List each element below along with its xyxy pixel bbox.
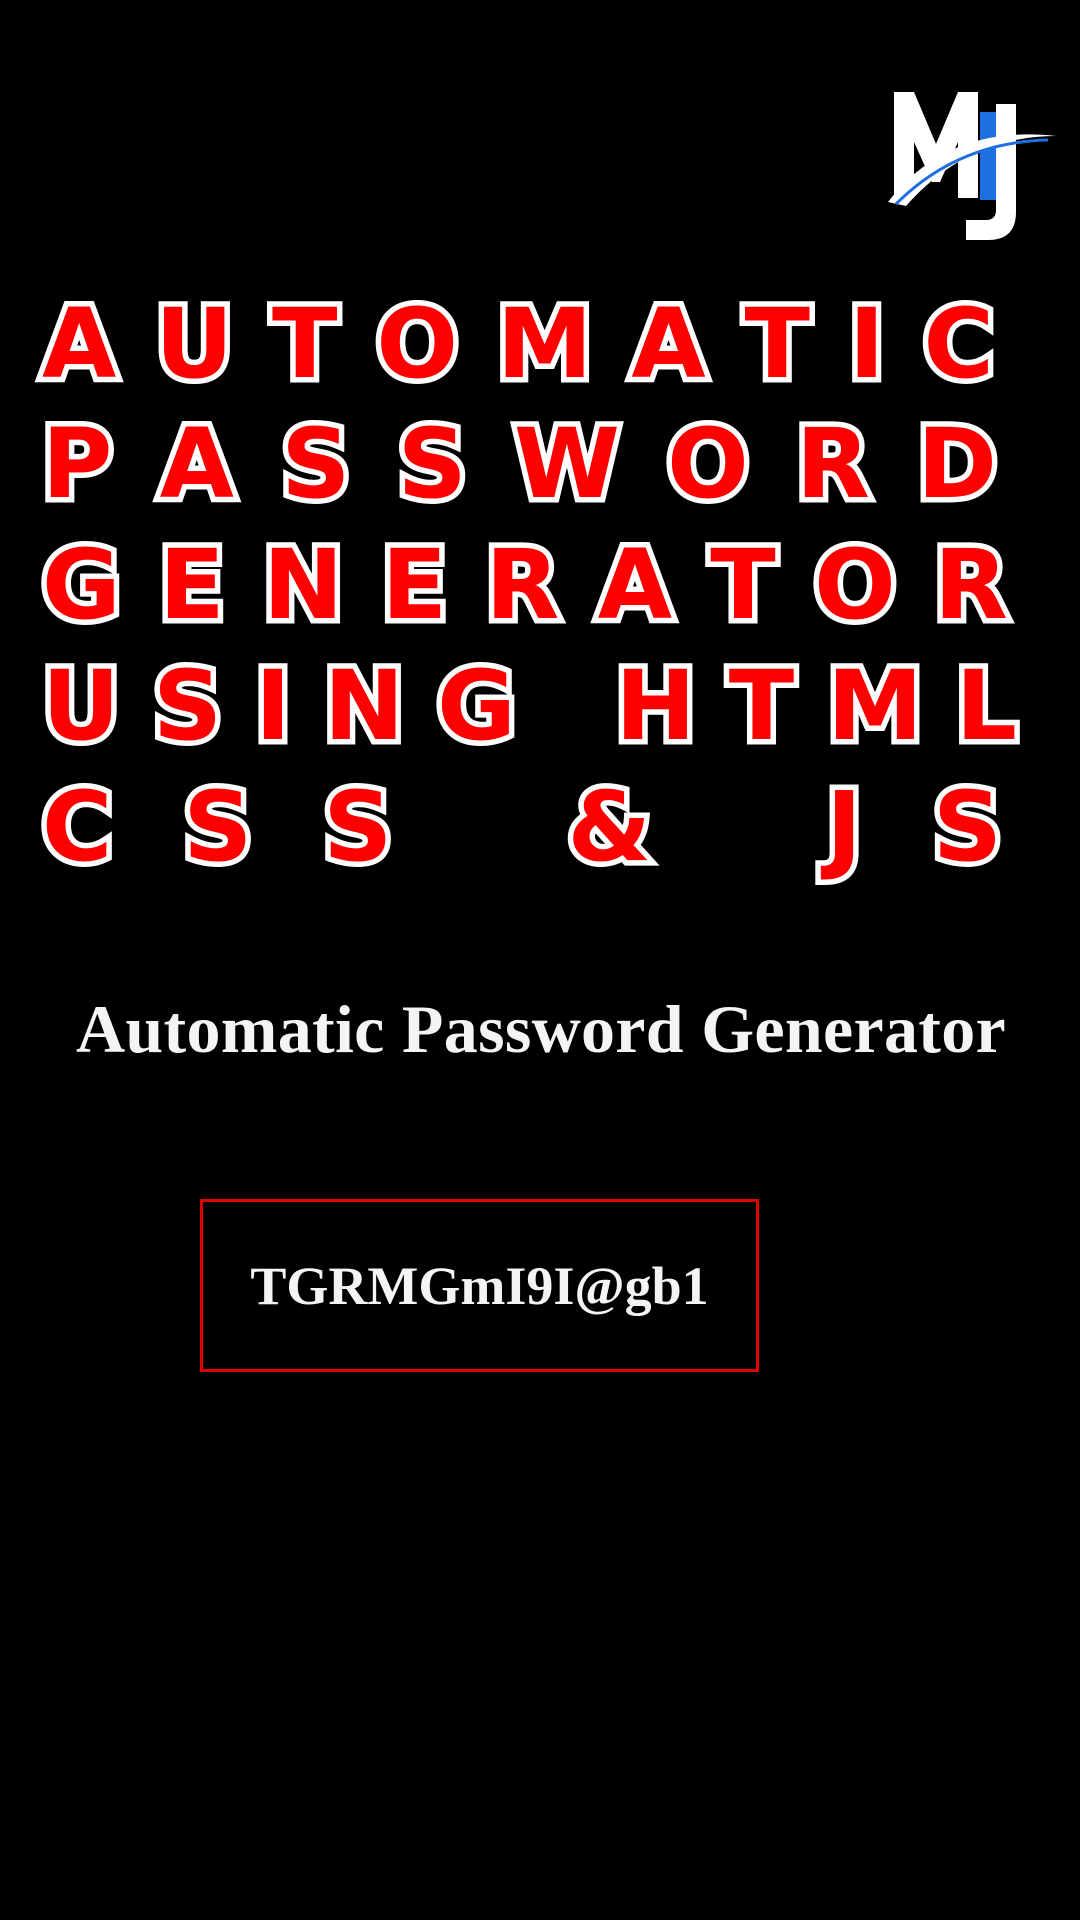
title-letter: T: [266, 288, 343, 400]
mj-logo-icon: [888, 92, 1056, 240]
title-letter: R: [480, 529, 565, 641]
title-letter: C: [918, 288, 1000, 400]
title-letter: N: [318, 650, 409, 762]
title-letter: O: [371, 288, 464, 400]
title-letter: L: [950, 650, 1022, 762]
title-letter: E: [154, 529, 231, 641]
title-letter: N: [257, 529, 348, 641]
title-letter: M: [822, 650, 928, 762]
title-letter: T: [723, 650, 800, 762]
title-letter: S: [276, 408, 356, 520]
title-letter: M: [491, 288, 597, 400]
title-letter: R: [791, 408, 876, 520]
title-letter: J: [821, 771, 868, 883]
page-title: Automatic Password Generator: [76, 991, 1006, 1067]
title-letter: D: [912, 408, 1003, 520]
title-letter: H: [610, 650, 701, 762]
title-letter: U: [150, 288, 239, 400]
title-letter: A: [592, 529, 677, 641]
thumbnail-title-line-4: USING HTML: [37, 650, 1023, 762]
password-display-box[interactable]: TGRMGmI9I@gb1: [200, 1199, 759, 1372]
title-letter: T: [705, 529, 782, 641]
title-letter: U: [37, 650, 126, 762]
title-letter: C: [36, 771, 118, 883]
title-letter: I: [250, 650, 297, 762]
title-letter: A: [154, 408, 239, 520]
title-letter: S: [178, 771, 258, 883]
title-letter: [722, 779, 755, 875]
thumbnail-title-line-2: PASSWORD: [36, 408, 1003, 520]
thumbnail-title-line-1: AUTOMATIC: [36, 288, 1000, 400]
title-letter: S: [318, 771, 398, 883]
title-letter: &: [562, 771, 657, 883]
title-letter: G: [37, 529, 127, 641]
title-letter: O: [809, 529, 902, 641]
title-letter: W: [509, 408, 626, 520]
thumbnail-title-line-3: GENERATOR: [37, 529, 1014, 641]
title-letter: T: [739, 288, 816, 400]
title-letter: S: [392, 408, 472, 520]
title-letter: E: [376, 529, 453, 641]
title-letter: O: [662, 408, 755, 520]
thumbnail-title-line-5: CSS & JS: [36, 771, 1007, 883]
title-letter: [463, 779, 496, 875]
title-letter: A: [626, 288, 711, 400]
title-letter: A: [36, 288, 121, 400]
mj-logo: [888, 84, 1058, 248]
title-letter: R: [928, 529, 1013, 641]
title-letter: S: [147, 650, 227, 762]
generated-password: TGRMGmI9I@gb1: [250, 1255, 709, 1316]
title-letter: P: [36, 408, 117, 520]
title-letter: S: [927, 771, 1007, 883]
title-letter: [549, 658, 582, 754]
title-letter: G: [432, 650, 522, 762]
title-letter: I: [843, 288, 890, 400]
